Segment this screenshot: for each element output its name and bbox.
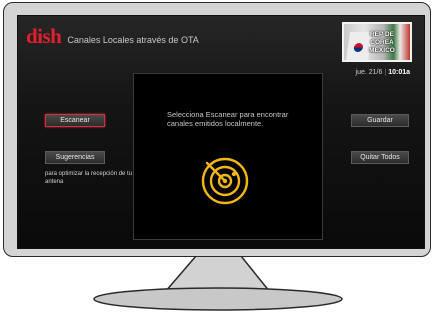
suggestions-help-text: para optimizar la recepción de tu antena: [45, 171, 133, 185]
scan-instructions: Selecciona Escanear para encontrar canal…: [167, 110, 289, 129]
preview-caption-line1: REP DE COREA: [369, 31, 395, 46]
scan-panel: Selecciona Escanear para encontrar canal…: [133, 73, 323, 240]
preview-caption: REP DE COREA MÉXICO: [360, 31, 404, 54]
tv-screen: dish Canales Locales através de OTA REP …: [17, 15, 425, 249]
clock: jue. 21/6 | 10:01a: [355, 69, 410, 76]
date-label: jue. 21/6: [355, 69, 383, 76]
monitor-frame: dish Canales Locales através de OTA REP …: [3, 2, 431, 257]
page-title: Canales Locales através de OTA: [67, 35, 199, 45]
channel-preview-thumbnail: REP DE COREA MÉXICO: [342, 22, 412, 62]
preview-caption-line2: MÉXICO: [369, 46, 395, 54]
suggestions-button[interactable]: Sugerencias: [45, 151, 105, 164]
scan-button[interactable]: Escanear: [45, 114, 105, 127]
save-button[interactable]: Guardar: [351, 114, 409, 127]
time-label: 10:01a: [388, 69, 410, 76]
dish-logo: dish: [26, 24, 62, 48]
radar-icon: [201, 157, 249, 205]
remove-all-button[interactable]: Quitar Todos: [351, 151, 409, 164]
header: dish Canales Locales através de OTA: [26, 26, 199, 47]
